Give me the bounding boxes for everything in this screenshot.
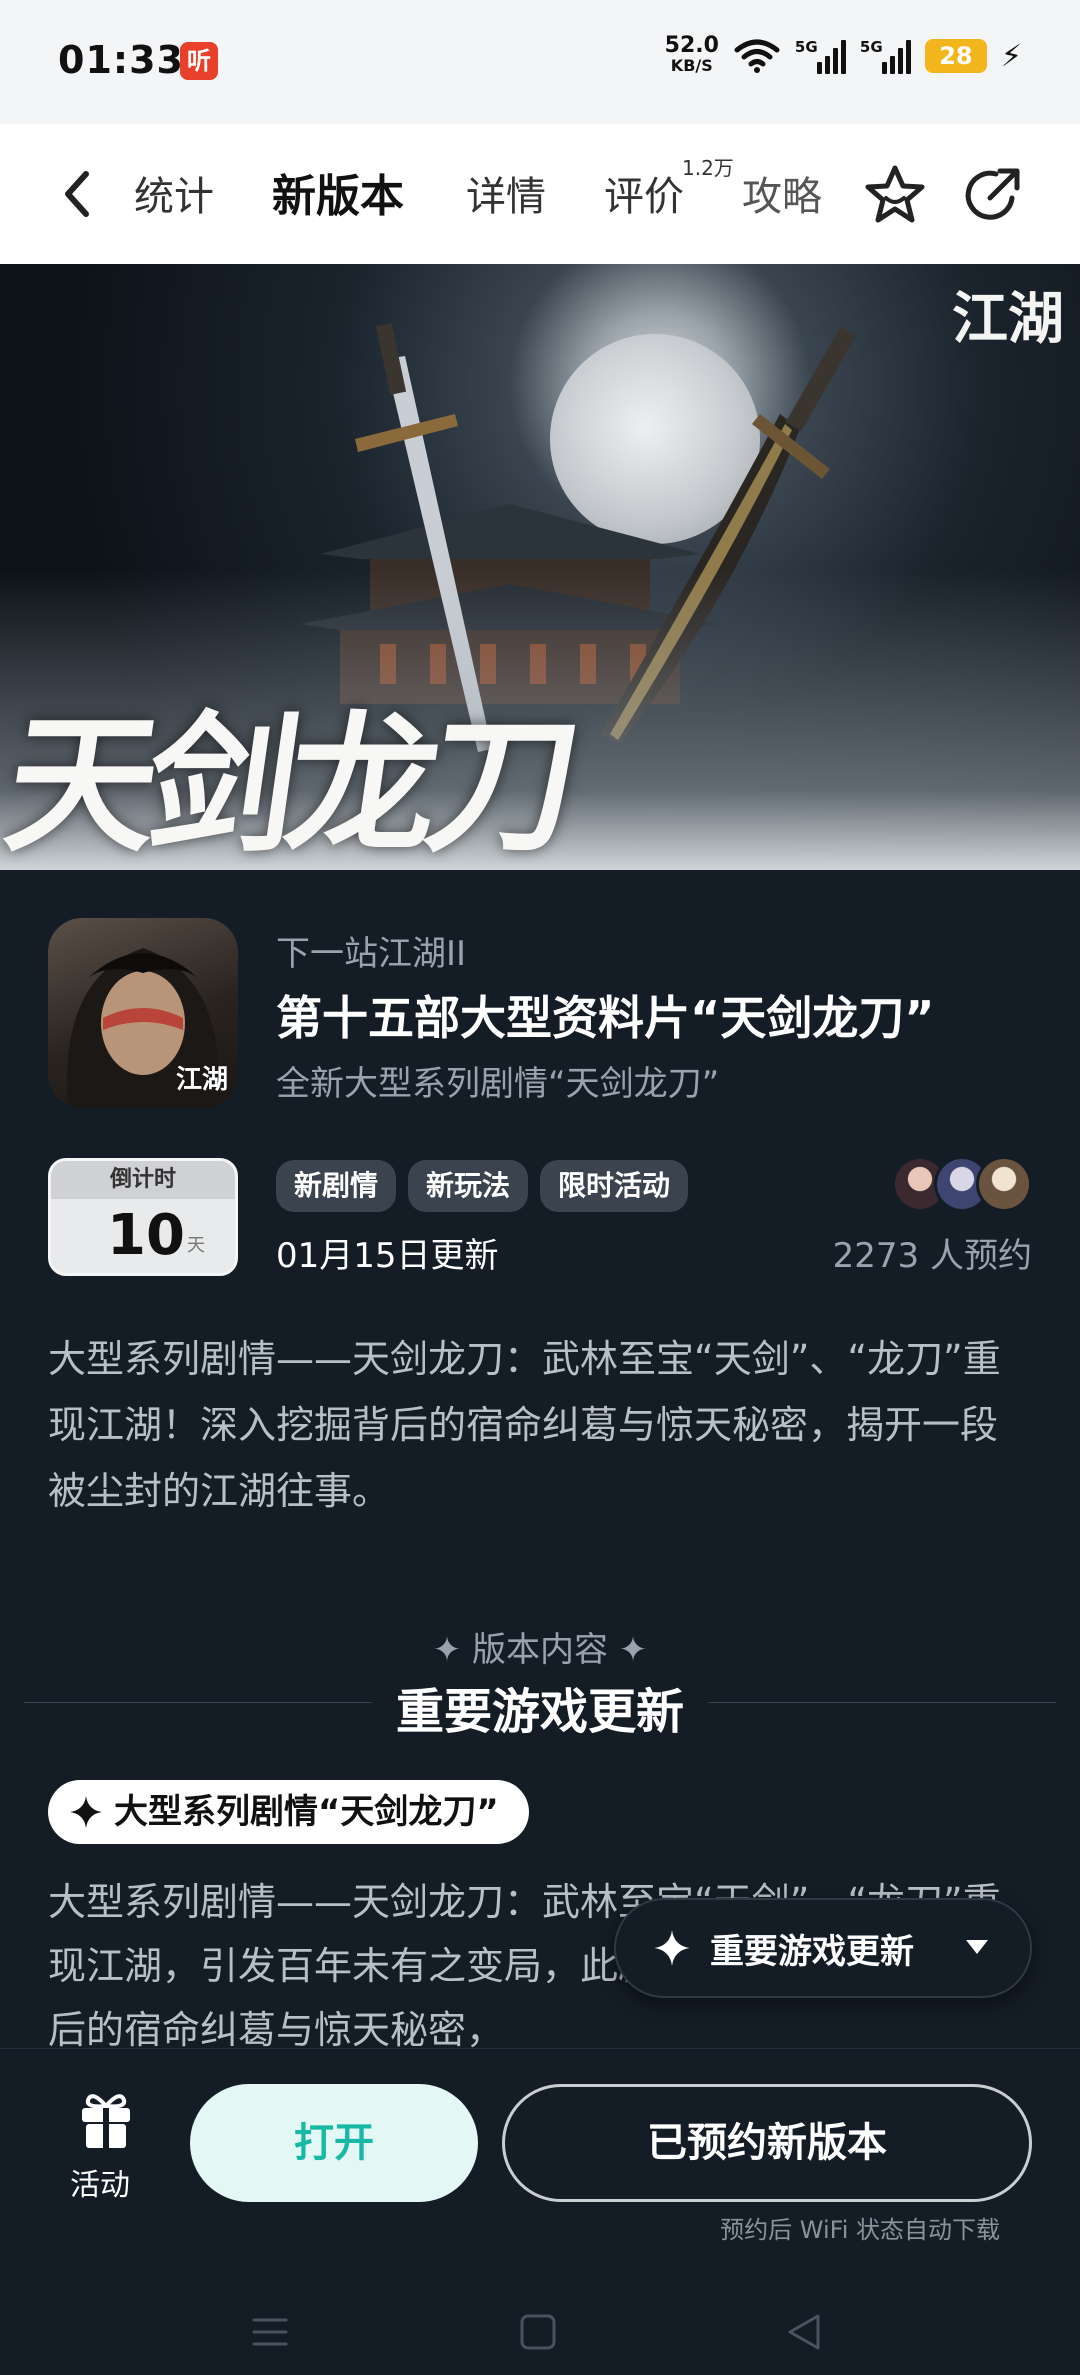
signal-icon-2: 5G <box>860 38 911 74</box>
back-triangle-icon[interactable] <box>784 2312 824 2352</box>
download-hint: 预约后 WiFi 状态自动下载 <box>720 2216 1000 2244</box>
status-indicators: 52.0 KB/S 5G 5G 28 ⚡ <box>664 33 1022 76</box>
feature-heading: 大型系列剧情“天剑龙刀” <box>48 1780 529 1844</box>
gift-icon[interactable] <box>78 2090 134 2150</box>
banner-game-logo: 江湖 <box>952 286 1064 352</box>
status-time: 01:33 <box>58 38 184 82</box>
tab-guides[interactable]: 攻略 <box>742 164 822 222</box>
version-tags: 新剧情 新玩法 限时活动 <box>276 1160 689 1212</box>
sparkle-icon <box>654 1930 690 1966</box>
version-banner: 天剑龙刀 江湖 <box>0 264 1080 870</box>
countdown-label: 倒计时 <box>51 1161 235 1199</box>
section-title: 重要游戏更新 <box>395 1684 684 1740</box>
tab-reviews[interactable]: 评价 <box>604 164 684 222</box>
wifi-icon <box>734 39 780 73</box>
version-short-desc: 全新大型系列剧情“天剑龙刀” <box>276 1064 720 1104</box>
activity-label[interactable]: 活动 <box>70 2160 130 2204</box>
tag-chip: 限时活动 <box>540 1160 689 1212</box>
open-button[interactable]: 打开 <box>190 2084 478 2202</box>
system-nav-bar <box>0 2290 1080 2375</box>
network-speed-value: 52.0 <box>664 33 719 58</box>
avatar <box>976 1156 1032 1212</box>
share-icon[interactable] <box>960 162 1026 228</box>
tab-stats[interactable]: 统计 <box>134 164 214 222</box>
countdown-badge: 倒计时 10 天 <box>48 1158 238 1276</box>
network-speed-unit: KB/S <box>670 56 713 75</box>
version-title: 第十五部大型资料片“天剑龙刀” <box>276 991 935 1045</box>
game-icon-logo: 江湖 <box>175 1065 228 1095</box>
back-arrow-icon[interactable] <box>56 166 96 222</box>
section-jump-dropdown[interactable]: 重要游戏更新 <box>614 1898 1032 1998</box>
section-subtitle: ✦ 版本内容 ✦ <box>432 1630 648 1670</box>
reserved-version-button[interactable]: 已预约新版本 <box>502 2084 1032 2202</box>
game-icon[interactable]: 江湖 <box>48 918 238 1108</box>
tab-new-version[interactable]: 新版本 <box>266 160 408 224</box>
menu-icon[interactable] <box>250 2312 290 2352</box>
charging-icon: ⚡ <box>1000 38 1022 74</box>
countdown-number: 10 <box>107 1203 185 1268</box>
signal-1-tag: 5G <box>794 38 818 56</box>
review-count-badge: 1.2万 <box>682 156 734 180</box>
tab-details[interactable]: 详情 <box>466 164 546 222</box>
tag-chip: 新玩法 <box>408 1160 529 1212</box>
home-icon[interactable] <box>518 2312 558 2352</box>
signal-2-tag: 5G <box>859 38 883 56</box>
banner-title: 天剑龙刀 <box>0 697 581 870</box>
section-jump-label: 重要游戏更新 <box>710 1931 914 1972</box>
caret-down-icon <box>966 1940 988 1954</box>
status-bar: 01:33 听 52.0 KB/S 5G 5G 28 ⚡ <box>0 0 1080 124</box>
game-subtitle: 下一站江湖II <box>276 934 467 974</box>
countdown-unit: 天 <box>187 1235 205 1256</box>
notification-app-icon: 听 <box>180 42 218 80</box>
signal-icon-1: 5G <box>795 38 846 74</box>
network-speed: 52.0 KB/S <box>664 33 719 76</box>
top-nav: 统计 新版本 详情 评价 1.2万 攻略 <box>0 124 1080 264</box>
sparkle-icon <box>70 1796 102 1828</box>
reserver-avatars <box>892 1156 1032 1212</box>
version-intro: 大型系列剧情——天剑龙刀：武林至宝“天剑”、“龙刀”重现江湖！深入挖掘背后的宿命… <box>48 1337 1001 1513</box>
favorite-star-icon[interactable] <box>862 162 928 228</box>
battery-level: 28 <box>924 39 987 73</box>
feature-heading-label: 大型系列剧情“天剑龙刀” <box>114 1792 499 1832</box>
update-date: 01月15日更新 <box>276 1236 499 1276</box>
tag-chip: 新剧情 <box>276 1160 397 1212</box>
reserve-count: 2273 人预约 <box>832 1236 1032 1276</box>
